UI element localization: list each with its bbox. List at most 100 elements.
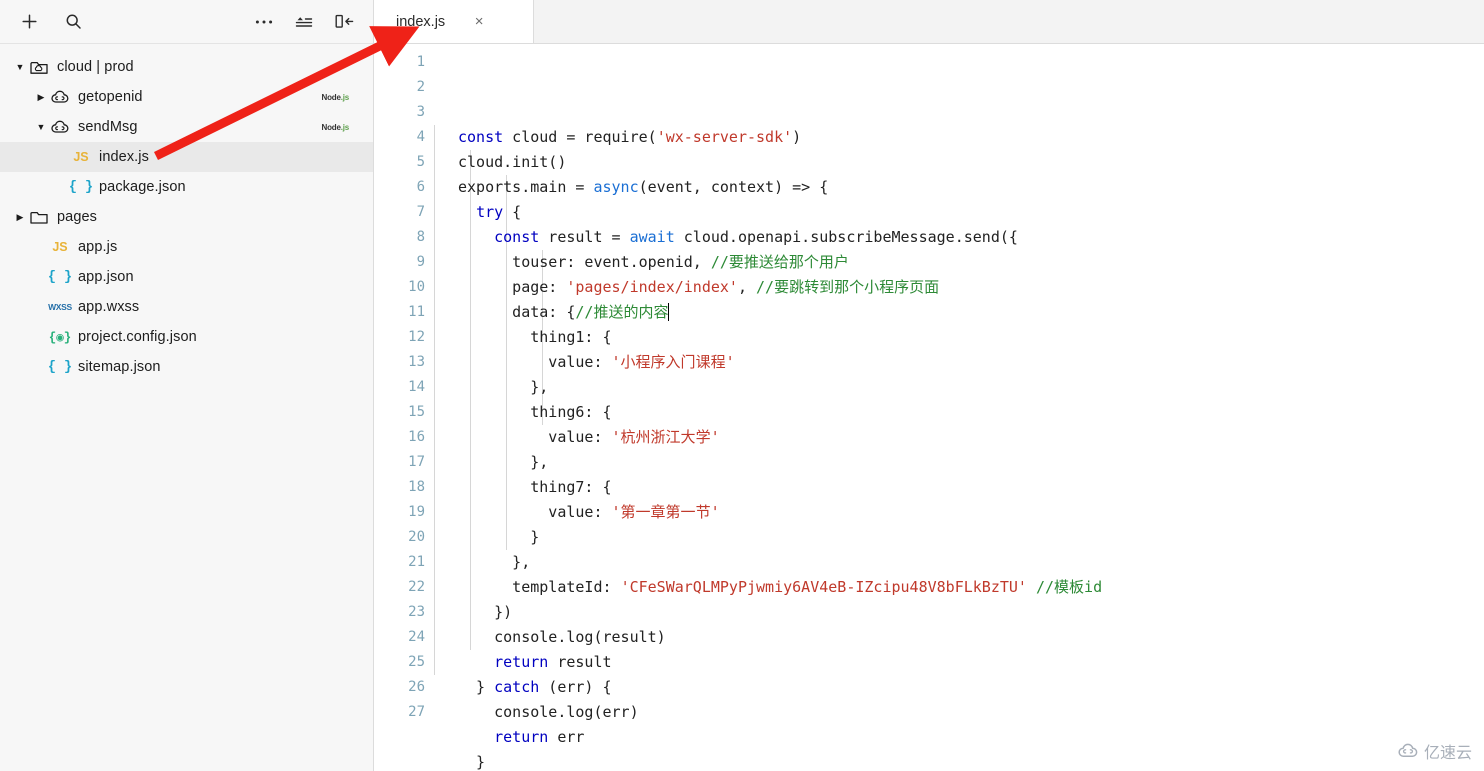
code-token-kw2: await xyxy=(629,228,675,246)
tree-item-label: app.json xyxy=(78,269,134,285)
code-line[interactable]: const result = await cloud.openapi.subsc… xyxy=(458,225,1484,250)
line-number: 12 xyxy=(408,329,425,345)
tree-item-label: project.config.json xyxy=(78,329,197,345)
code-token-txt: (err) { xyxy=(539,678,612,696)
line-number: 25 xyxy=(408,654,425,670)
line-number: 18 xyxy=(408,479,425,495)
code-line[interactable]: console.log(result) xyxy=(458,625,1484,650)
cloud-folder-icon xyxy=(30,61,48,74)
code-line[interactable]: } xyxy=(458,525,1484,550)
code-token-cmt: //要推送给那个用户 xyxy=(710,253,849,271)
chevron-down-icon[interactable]: ▼ xyxy=(33,119,49,135)
cloud-function-icon xyxy=(49,118,71,136)
code-token-cmt: //要跳转到那个小程序页面 xyxy=(756,278,940,296)
wxss-file-icon: WXSS xyxy=(48,298,72,316)
sidebar-toolbar xyxy=(0,0,373,44)
code-line[interactable]: exports.main = async(event, context) => … xyxy=(458,175,1484,200)
code-line[interactable]: thing6: { xyxy=(458,400,1484,425)
code-line[interactable]: value: '杭州浙江大学' xyxy=(458,425,1484,450)
code-line[interactable]: }, xyxy=(458,375,1484,400)
code-line[interactable]: const cloud = require('wx-server-sdk') xyxy=(458,125,1484,150)
tree-item-pages[interactable]: ▶ pages xyxy=(0,202,373,232)
code-token-kw2: async xyxy=(593,178,639,196)
close-icon[interactable]: × xyxy=(471,14,487,29)
code-token-kw: return xyxy=(494,728,549,746)
toggle-sidebar-button[interactable] xyxy=(327,7,361,37)
code-line[interactable]: try { xyxy=(458,200,1484,225)
code-token-txt: templateId: xyxy=(458,578,621,596)
code-line[interactable]: } catch (err) { xyxy=(458,675,1484,700)
line-number: 21 xyxy=(408,554,425,570)
chevron-down-icon[interactable]: ▼ xyxy=(12,59,28,75)
code-line[interactable]: } xyxy=(458,750,1484,771)
tree-item-app-json[interactable]: ▶{ }app.json xyxy=(0,262,373,292)
search-icon xyxy=(66,14,81,29)
code-token-txt: data: { xyxy=(458,303,576,321)
line-number: 15 xyxy=(408,404,425,420)
search-button[interactable] xyxy=(56,7,90,37)
code-token-str: '第一章第一节' xyxy=(611,503,720,521)
code-line[interactable]: data: {//推送的内容 xyxy=(458,300,1484,325)
line-number: 11 xyxy=(408,304,425,320)
tree-item-app-js[interactable]: ▶JSapp.js xyxy=(0,232,373,262)
code-token-str: 'pages/index/index' xyxy=(566,278,738,296)
chevron-right-icon[interactable]: ▶ xyxy=(33,89,49,105)
code-line[interactable]: cloud.init() xyxy=(458,150,1484,175)
nodejs-runtime-badge: Node.js xyxy=(321,122,350,132)
code-line[interactable]: value: '小程序入门课程' xyxy=(458,350,1484,375)
chevron-right-icon[interactable]: ▶ xyxy=(12,209,28,225)
collapse-all-button[interactable] xyxy=(287,7,321,37)
json-file-icon: { } xyxy=(69,178,93,196)
line-number: 2 xyxy=(416,79,425,95)
code-editor[interactable]: 1 2 3 4 5 6 7 8 9 10 11 12 13 14 15 16 17 18 19 20 21 22 23 24 2… xyxy=(374,44,1484,771)
code-line[interactable]: value: '第一章第一节' xyxy=(458,500,1484,525)
code-line[interactable]: thing7: { xyxy=(458,475,1484,500)
code-line[interactable]: return result xyxy=(458,650,1484,675)
tree-item-label: app.js xyxy=(78,239,118,255)
line-number: 3 xyxy=(416,104,425,120)
tab-index-js[interactable]: index.js × xyxy=(374,0,534,43)
code-token-kw: return xyxy=(494,653,549,671)
code-token-str: '杭州浙江大学' xyxy=(611,428,720,446)
line-number: 9 xyxy=(416,254,425,270)
tree-item-package-json[interactable]: ▶{ }package.json xyxy=(0,172,373,202)
tree-item-app-wxss[interactable]: ▶WXSSapp.wxss xyxy=(0,292,373,322)
code-line[interactable]: templateId: 'CFeSWarQLMPyPjwmiy6AV4eB-IZ… xyxy=(458,575,1484,600)
code-line[interactable]: console.log(err) xyxy=(458,700,1484,725)
code-line[interactable]: }, xyxy=(458,550,1484,575)
code-token-txt: }, xyxy=(458,453,549,471)
code-token-txt: result = xyxy=(539,228,630,246)
site-watermark: 亿速云 xyxy=(1397,739,1472,763)
collapse-list-icon xyxy=(295,16,313,27)
tree-item-sendmsg[interactable]: ▼ sendMsg Node.js xyxy=(0,112,373,142)
code-token-txt: }, xyxy=(458,553,531,571)
new-file-button[interactable] xyxy=(12,7,46,37)
wxss-file-icon: WXSS xyxy=(48,302,72,312)
tree-item-cloud-prod[interactable]: ▼ cloud | prod xyxy=(0,52,373,82)
code-content[interactable]: const cloud = require('wx-server-sdk') cl… xyxy=(434,50,1484,771)
code-token-kw: catch xyxy=(494,678,540,696)
tree-item-project-config-json[interactable]: ▶{◉}project.config.json xyxy=(0,322,373,352)
code-token-str: 'wx-server-sdk' xyxy=(656,128,793,146)
code-token-txt: touser: event.openid, xyxy=(458,253,711,271)
tree-item-index-js[interactable]: ▶JSindex.js xyxy=(0,142,373,172)
line-number-gutter: 1 2 3 4 5 6 7 8 9 10 11 12 13 14 15 16 17 18 19 20 21 22 23 24 2… xyxy=(374,50,434,771)
code-token-txt: cloud.openapi.subscribeMessage.send({ xyxy=(674,228,1018,246)
tree-item-getopenid[interactable]: ▶ getopenid Node.js xyxy=(0,82,373,112)
json-file-icon: { } xyxy=(47,269,73,285)
code-token-txt: }, xyxy=(458,378,549,396)
cloud-folder-icon xyxy=(28,58,50,76)
cloud-function-icon xyxy=(51,90,69,103)
code-line[interactable]: }, xyxy=(458,450,1484,475)
code-line[interactable]: thing1: { xyxy=(458,325,1484,350)
more-actions-button[interactable] xyxy=(247,7,281,37)
code-line[interactable]: return err xyxy=(458,725,1484,750)
line-number: 1 xyxy=(416,54,425,70)
code-line[interactable]: page: 'pages/index/index', //要跳转到那个小程序页面 xyxy=(458,275,1484,300)
code-line[interactable]: touser: event.openid, //要推送给那个用户 xyxy=(458,250,1484,275)
tree-item-sitemap-json[interactable]: ▶{ }sitemap.json xyxy=(0,352,373,382)
code-line[interactable]: }) xyxy=(458,600,1484,625)
